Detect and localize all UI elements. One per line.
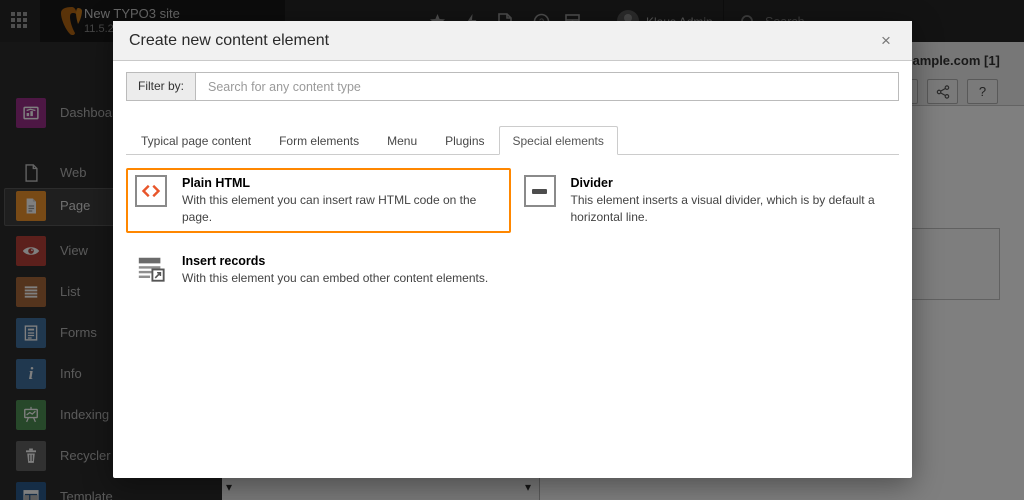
typo3-backend: New TYPO3 site 11.5.2 ? Klaus Admin: [0, 0, 1024, 500]
content-type-search-input[interactable]: [195, 72, 899, 101]
content-element-list: Plain HTML With this element you can ins…: [126, 168, 899, 294]
filter-by-label: Filter by:: [126, 72, 196, 101]
element-insert-records[interactable]: Insert records With this element you can…: [126, 246, 511, 294]
modal-header: Create new content element ×: [113, 21, 912, 61]
close-icon[interactable]: ×: [868, 21, 904, 61]
element-plain-html[interactable]: Plain HTML With this element you can ins…: [126, 168, 511, 233]
element-title: Divider: [570, 176, 613, 190]
modal-body: Filter by: Typical page content Form ele…: [113, 61, 912, 294]
modal-title: Create new content element: [129, 32, 330, 49]
element-description: This element inserts a visual divider, w…: [570, 193, 875, 224]
tab-typical-page-content[interactable]: Typical page content: [127, 126, 265, 155]
filter-bar: Filter by:: [126, 72, 899, 101]
insert-records-icon: [135, 253, 167, 285]
tab-menu[interactable]: Menu: [373, 126, 431, 155]
tab-plugins[interactable]: Plugins: [431, 126, 498, 155]
element-title: Insert records: [182, 254, 266, 268]
divider-icon: [523, 175, 556, 207]
element-description: With this element you can insert raw HTM…: [182, 193, 477, 224]
element-description: With this element you can embed other co…: [182, 271, 489, 285]
tab-form-elements[interactable]: Form elements: [265, 126, 373, 155]
tab-special-elements[interactable]: Special elements: [498, 126, 618, 155]
create-content-element-modal: Create new content element × Filter by: …: [113, 21, 912, 478]
html-code-icon: [135, 175, 167, 207]
element-title: Plain HTML: [182, 176, 251, 190]
content-element-tabs: Typical page content Form elements Menu …: [126, 126, 899, 155]
element-divider[interactable]: Divider This element inserts a visual di…: [515, 168, 900, 233]
